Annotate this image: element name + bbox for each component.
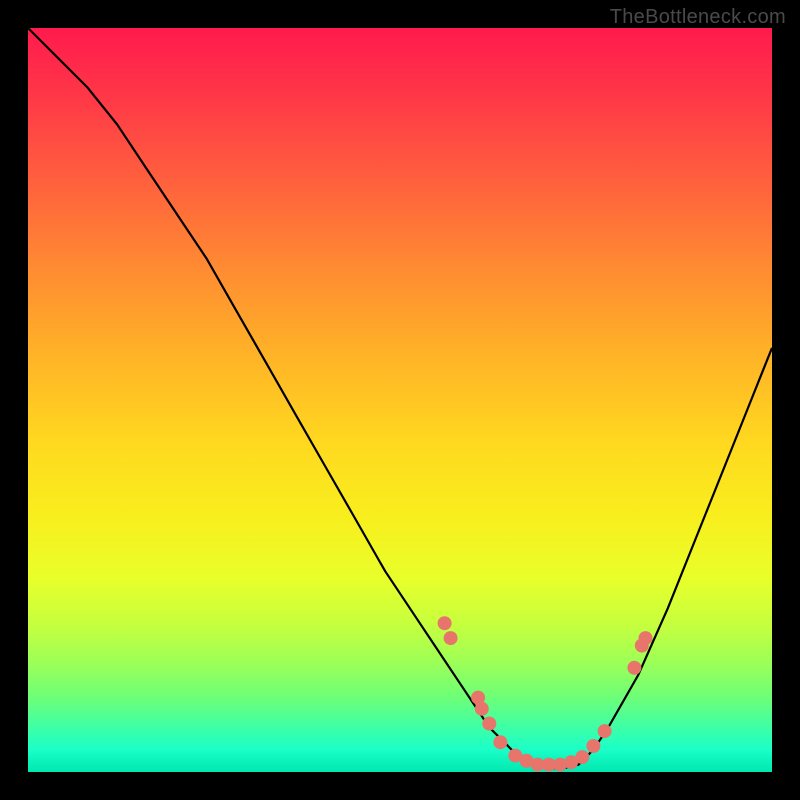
bottleneck-curve (28, 28, 772, 768)
data-point (598, 724, 612, 738)
data-point (639, 631, 653, 645)
chart-frame: TheBottleneck.com (0, 0, 800, 800)
watermark-text: TheBottleneck.com (610, 6, 786, 29)
plot-area (28, 28, 772, 772)
chart-svg (28, 28, 772, 772)
data-point (475, 702, 489, 716)
data-point (627, 661, 641, 675)
data-point (575, 750, 589, 764)
data-point (482, 717, 496, 731)
data-point (444, 631, 458, 645)
data-point (586, 739, 600, 753)
data-points (438, 616, 653, 771)
data-point (438, 616, 452, 630)
data-point (493, 735, 507, 749)
